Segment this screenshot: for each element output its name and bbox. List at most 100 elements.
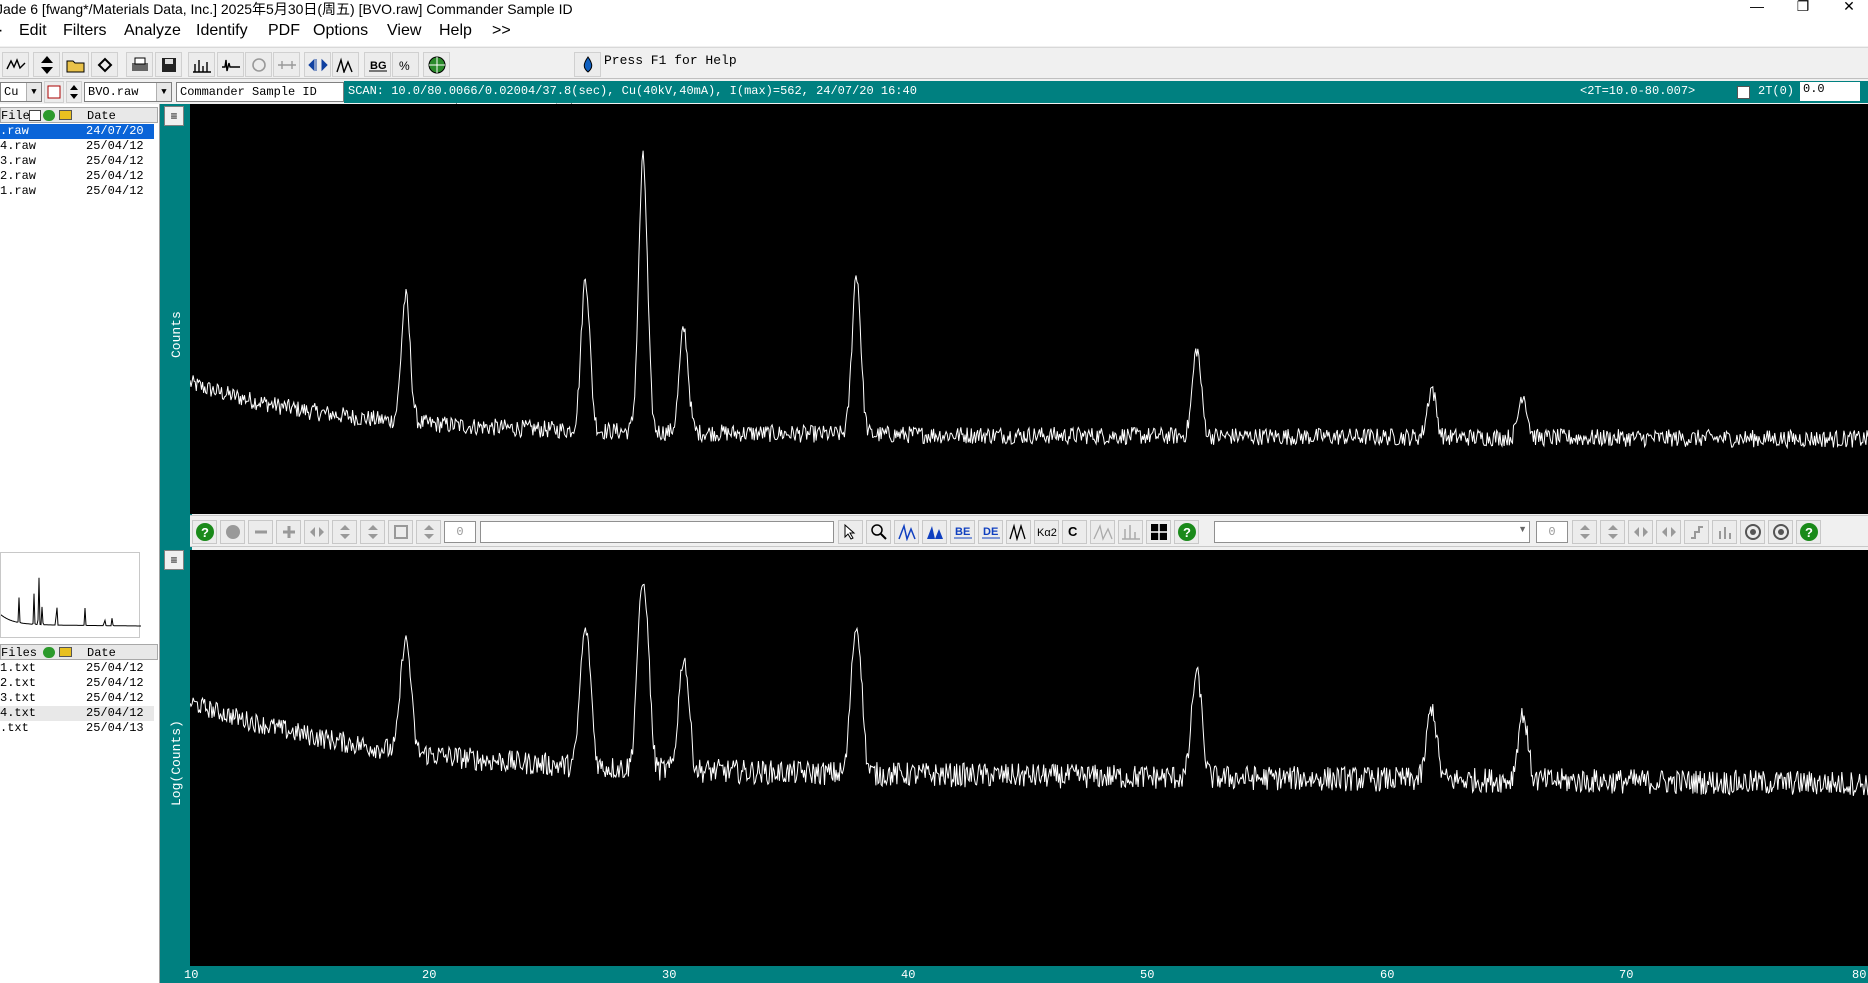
- globe-icon[interactable]: [423, 52, 450, 77]
- sample-id-field[interactable]: Commander Sample ID: [176, 82, 344, 102]
- open-folder-icon[interactable]: [62, 52, 89, 77]
- menu-file-edge[interactable]: ·: [0, 22, 3, 40]
- bars-gray-icon[interactable]: [1118, 520, 1143, 544]
- menu-more[interactable]: >>: [492, 22, 511, 40]
- x-tick-label: 60: [1380, 968, 1395, 982]
- scale-icon[interactable]: [360, 520, 385, 544]
- txt-file-row[interactable]: 4.txt 25/04/12: [0, 706, 154, 721]
- two-theta-input[interactable]: 0.0: [1800, 82, 1860, 101]
- be-icon[interactable]: BE: [950, 520, 975, 544]
- help-icon-3[interactable]: ?: [1796, 520, 1821, 544]
- two-theta-checkbox[interactable]: [1737, 86, 1750, 99]
- ka2-icon[interactable]: Kα2: [1034, 520, 1059, 544]
- calibrate-icon[interactable]: C: [1062, 520, 1087, 544]
- menu-options[interactable]: Options: [313, 22, 368, 40]
- plus-icon[interactable]: [276, 520, 301, 544]
- peak-mark-icon[interactable]: [894, 520, 919, 544]
- grid-icon[interactable]: [1146, 520, 1171, 544]
- step-icon[interactable]: [1684, 520, 1709, 544]
- check-icon: [43, 110, 55, 121]
- trace-icon[interactable]: [273, 52, 300, 77]
- stop-icon[interactable]: [220, 520, 245, 544]
- txt-file-row[interactable]: 1.txt 25/04/12: [0, 661, 154, 676]
- save-icon[interactable]: [155, 52, 182, 77]
- help-icon-2[interactable]: ?: [1174, 520, 1199, 544]
- file-name: 1.raw: [0, 184, 37, 198]
- target-icon-2[interactable]: [1768, 520, 1793, 544]
- collapse-top-button[interactable]: ≡: [164, 106, 184, 126]
- mid-text-field[interactable]: [480, 521, 834, 543]
- scale-right-icon[interactable]: [1600, 520, 1625, 544]
- menu-analyze[interactable]: Analyze: [124, 22, 181, 40]
- spinner-icon[interactable]: [66, 81, 82, 103]
- menu-edit[interactable]: Edit: [19, 22, 47, 40]
- percent-icon[interactable]: %: [392, 52, 419, 77]
- de-icon[interactable]: DE: [978, 520, 1003, 544]
- peak-fill-icon[interactable]: [922, 520, 947, 544]
- file-name: 2.txt: [0, 676, 37, 690]
- left-right-icon[interactable]: [1628, 520, 1653, 544]
- raw-file-row[interactable]: 2.raw 25/04/12: [0, 169, 154, 184]
- left-counter[interactable]: 0: [444, 521, 476, 543]
- x-tick-label: 70: [1619, 968, 1634, 982]
- two-theta-label: 2T(0): [1758, 84, 1795, 98]
- help-icon[interactable]: ?: [192, 520, 217, 544]
- menu-identify[interactable]: Identify: [196, 22, 248, 40]
- target-combo[interactable]: Cu ▼: [0, 82, 42, 102]
- chevron-down-icon[interactable]: ▼: [156, 83, 171, 101]
- smooth-icon[interactable]: [2, 52, 29, 77]
- target-combo-value: Cu: [4, 85, 19, 99]
- pattern-icon[interactable]: [217, 52, 244, 77]
- menu-pdf[interactable]: PDF: [268, 22, 300, 40]
- shift-up-down-icon[interactable]: [332, 520, 357, 544]
- right-counter[interactable]: 0: [1536, 521, 1568, 543]
- shift-left-right-icon[interactable]: [304, 520, 329, 544]
- right-combo[interactable]: ▼: [1214, 521, 1530, 543]
- target-icon[interactable]: [1740, 520, 1765, 544]
- pattern-thumbnail[interactable]: [0, 552, 141, 638]
- expand-right-icon[interactable]: [1656, 520, 1681, 544]
- txt-file-row[interactable]: 3.txt 25/04/12: [0, 691, 154, 706]
- raw-file-row[interactable]: 4.raw 25/04/12: [0, 139, 154, 154]
- raw-file-row[interactable]: 3.raw 25/04/12: [0, 154, 154, 169]
- txt-file-row[interactable]: .txt 25/04/13: [0, 721, 154, 736]
- menu-filters[interactable]: Filters: [63, 22, 107, 40]
- pdf-drop-icon[interactable]: [574, 52, 601, 77]
- overlay-icon[interactable]: [245, 52, 272, 77]
- edit-icon[interactable]: [91, 52, 118, 77]
- expand-icon[interactable]: [304, 52, 331, 77]
- zoom-icon[interactable]: [866, 520, 891, 544]
- background-icon[interactable]: BG: [364, 52, 391, 77]
- collapse-bottom-button[interactable]: ≡: [164, 550, 184, 570]
- list-icon[interactable]: [44, 81, 64, 103]
- maximize-button[interactable]: ❐: [1780, 0, 1826, 16]
- file-name: 3.txt: [0, 691, 37, 705]
- updown-icon[interactable]: [33, 52, 60, 77]
- bar-chart-icon[interactable]: [188, 52, 215, 77]
- updown-small-icon[interactable]: [416, 520, 441, 544]
- svg-text:DE: DE: [983, 526, 998, 538]
- minus-icon[interactable]: [248, 520, 273, 544]
- raw-file-row[interactable]: .raw 24/07/20: [0, 124, 154, 139]
- updown-right-icon[interactable]: [1572, 520, 1597, 544]
- svg-text:BE: BE: [955, 526, 970, 538]
- txt-file-row[interactable]: 2.txt 25/04/12: [0, 676, 154, 691]
- raw-file-row[interactable]: 1.raw 25/04/12: [0, 184, 154, 199]
- cursor-icon[interactable]: [838, 520, 863, 544]
- x-tick-label: 80: [1852, 968, 1867, 982]
- bars-icon[interactable]: [1712, 520, 1737, 544]
- print-icon[interactable]: [126, 52, 153, 77]
- multi-peak-icon[interactable]: [1006, 520, 1031, 544]
- menu-view[interactable]: View: [387, 22, 421, 40]
- file-combo[interactable]: BVO.raw ▼: [84, 82, 172, 102]
- menu-help[interactable]: Help: [439, 22, 472, 40]
- refresh-icon[interactable]: [388, 520, 413, 544]
- log-counts-plot[interactable]: [190, 550, 1868, 966]
- peak-gray-icon[interactable]: [1090, 520, 1115, 544]
- counts-plot[interactable]: [190, 104, 1868, 514]
- peaks-icon[interactable]: [332, 52, 359, 77]
- chevron-down-icon[interactable]: ▼: [26, 83, 41, 101]
- close-button[interactable]: ✕: [1826, 0, 1868, 16]
- minimize-button[interactable]: —: [1734, 0, 1780, 16]
- chevron-down-icon[interactable]: ▼: [1518, 524, 1527, 534]
